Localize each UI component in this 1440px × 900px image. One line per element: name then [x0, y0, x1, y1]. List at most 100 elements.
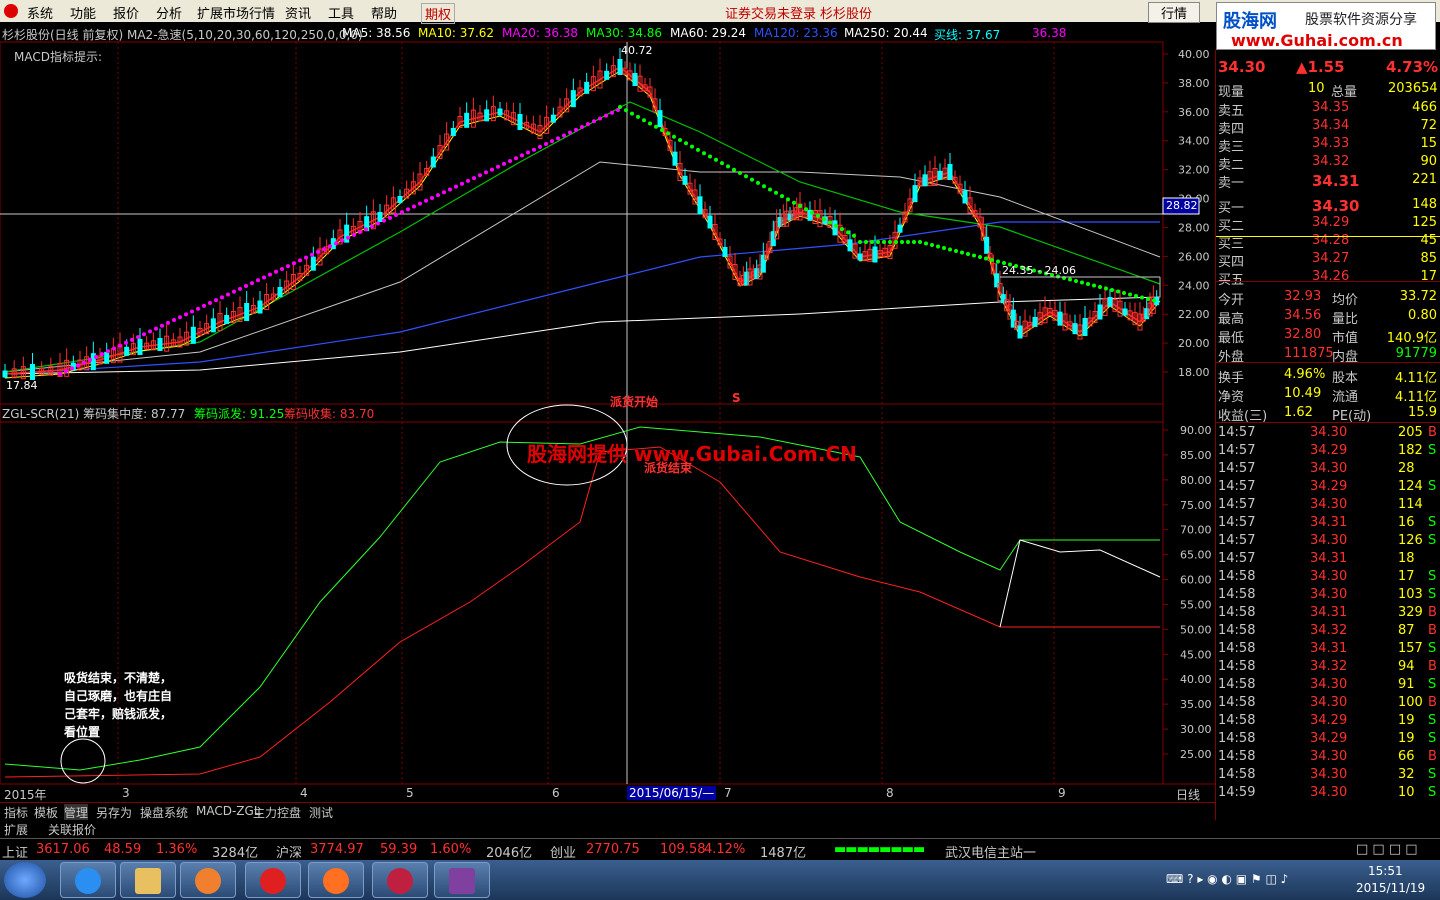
- tick-price: 34.30: [1310, 677, 1348, 692]
- quote-button[interactable]: 行情: [1148, 2, 1201, 23]
- tick-row: 14:58 34.30 100 B: [1216, 694, 1440, 712]
- panel-separator: [1216, 362, 1440, 363]
- y-tick-label: 40.00: [1178, 48, 1210, 61]
- indicator-tab[interactable]: 管理: [64, 804, 89, 821]
- start-icon[interactable]: [4, 862, 46, 898]
- stat-value: 34.56: [1284, 308, 1322, 323]
- x-axis-label: 7: [724, 786, 732, 800]
- taskbar-app3[interactable]: [372, 862, 428, 898]
- indicator-tab[interactable]: MACD-ZGL: [196, 804, 261, 818]
- x-axis-label: 8: [886, 786, 894, 800]
- tick-vol: 126: [1398, 533, 1423, 548]
- tick-price: 34.29: [1310, 731, 1348, 746]
- tick-side: S: [1428, 785, 1437, 800]
- menu-news[interactable]: 资讯: [285, 3, 311, 22]
- taskbar-ie[interactable]: [60, 862, 116, 898]
- menu-function[interactable]: 功能: [70, 3, 96, 22]
- window-controls-icon[interactable]: □ □ □ □: [1356, 842, 1418, 857]
- ask-row[interactable]: 卖三 34.33 15: [1216, 135, 1440, 155]
- taskbar-winrar[interactable]: [434, 862, 490, 898]
- indicator-tick-label: 90.00: [1180, 424, 1212, 437]
- bid-row[interactable]: 买四 34.27 85: [1216, 250, 1440, 270]
- period-label[interactable]: 日线: [1176, 786, 1200, 803]
- tick-row: 14:58 34.31 329 B: [1216, 604, 1440, 622]
- ask-row[interactable]: 卖五 34.35 466: [1216, 99, 1440, 119]
- menu-ext-market[interactable]: 扩展市场行情: [197, 3, 275, 22]
- ask-row[interactable]: 卖二 34.32 90: [1216, 153, 1440, 173]
- tick-row: 14:57 34.31 16 S: [1216, 514, 1440, 532]
- bid-row[interactable]: 买三 34.28 45: [1216, 232, 1440, 252]
- chart-area[interactable]: 40.00 38.00 36.00 34.00 32.00 30.00 28.00 26.00…: [0, 22, 1215, 802]
- tick-row: 14:58 34.31 157 S: [1216, 640, 1440, 658]
- tick-side: B: [1428, 749, 1437, 764]
- indicator-tab[interactable]: 模板: [34, 804, 58, 821]
- login-status[interactable]: 证券交易未登录: [725, 3, 816, 22]
- tick-vol: 17: [1398, 569, 1415, 584]
- menu-tools[interactable]: 工具: [328, 3, 354, 22]
- app2-icon: [323, 868, 349, 894]
- indicator-tick-label: 40.00: [1180, 673, 1212, 686]
- tick-vol: 91: [1398, 677, 1415, 692]
- clock-date[interactable]: 2015/11/19: [1356, 881, 1425, 895]
- tick-row: 14:57 34.30 205 B: [1216, 424, 1440, 442]
- x-axis-label: 9: [1058, 786, 1066, 800]
- tick-vol: 94: [1398, 659, 1415, 674]
- panel-separator: [1216, 422, 1440, 423]
- ask-price: 34.35: [1312, 100, 1350, 115]
- x-axis-label: 3: [122, 786, 130, 800]
- taskbar: ⌨ ? ▸ ◉ ◐ ▣ ⚑ ◫ ♪ 15:51 2015/11/19: [0, 860, 1440, 900]
- indicator-tick-label: 30.00: [1180, 723, 1212, 736]
- ext-tab[interactable]: 扩展: [4, 821, 28, 838]
- server-name[interactable]: 武汉电信主站一: [945, 842, 1036, 861]
- taskbar-explorer[interactable]: [120, 862, 176, 898]
- bid-vol: 125: [1412, 215, 1437, 230]
- ma-legend-item: MA20: 36.38: [502, 26, 579, 40]
- ma-legend-item: 买线: 37.67: [934, 28, 1001, 42]
- menu-quote[interactable]: 报价: [113, 3, 139, 22]
- menu-help[interactable]: 帮助: [371, 3, 397, 22]
- stat-value: 4.11亿: [1395, 390, 1437, 405]
- stat-label: 量比: [1332, 312, 1359, 327]
- tick-time: 14:58: [1218, 623, 1256, 638]
- indicator-tab[interactable]: 另存为: [96, 804, 132, 821]
- indicator-tab[interactable]: 指标: [4, 804, 28, 821]
- taskbar-app2[interactable]: [308, 862, 364, 898]
- indicator-tab[interactable]: 测试: [309, 804, 333, 821]
- stat-label: 净资: [1218, 390, 1245, 405]
- ask-row[interactable]: 卖一 34.31 221: [1216, 171, 1440, 191]
- ask-label: 卖一: [1218, 176, 1245, 191]
- indicator-tab[interactable]: 主力控盘: [253, 804, 301, 821]
- clock-time[interactable]: 15:51: [1368, 864, 1403, 878]
- taskbar-media[interactable]: [180, 862, 236, 898]
- menu-system[interactable]: 系统: [27, 3, 53, 22]
- related-quote-tab[interactable]: 关联报价: [48, 821, 96, 838]
- tick-vol: 100: [1398, 695, 1423, 710]
- indicator-tab[interactable]: 操盘系统: [140, 804, 188, 821]
- menu-analysis[interactable]: 分析: [156, 3, 182, 22]
- stat-label: 市值: [1332, 331, 1359, 346]
- tick-time: 14:58: [1218, 749, 1256, 764]
- tick-side: S: [1428, 533, 1437, 548]
- indicator-tick-label: 35.00: [1180, 698, 1212, 711]
- tick-side: S: [1428, 515, 1437, 530]
- tick-time: 14:58: [1218, 767, 1256, 782]
- tick-price: 34.31: [1310, 605, 1348, 620]
- tick-row: 14:58 34.32 87 B: [1216, 622, 1440, 640]
- taskbar-app1[interactable]: [245, 862, 301, 898]
- volume-row: 现量 10 总量 203654: [1218, 81, 1438, 100]
- bid-price: 34.27: [1312, 251, 1350, 266]
- bid-row[interactable]: 买一 34.30 148: [1216, 196, 1440, 216]
- tray-icons[interactable]: ⌨ ? ▸ ◉ ◐ ▣ ⚑ ◫ ♪: [1166, 872, 1288, 886]
- panel-separator: [1216, 236, 1440, 237]
- stock-name: 杉杉股份: [820, 7, 873, 22]
- menu-options[interactable]: 期权: [421, 3, 456, 24]
- bid-row[interactable]: 买二 34.29 125: [1216, 214, 1440, 234]
- bid-row[interactable]: 买五 34.26 17: [1216, 268, 1440, 288]
- tick-side: S: [1428, 443, 1437, 458]
- tick-row: 14:57 34.30 126 S: [1216, 532, 1440, 550]
- watermark: 股海网提供 www.Gubai.Com.CN: [527, 442, 857, 466]
- tick-side: B: [1428, 695, 1437, 710]
- ask-row[interactable]: 卖四 34.34 72: [1216, 117, 1440, 137]
- x-axis-label: 2015年: [4, 788, 47, 802]
- stat-row: 最高 34.56 量比 0.80: [1216, 307, 1440, 327]
